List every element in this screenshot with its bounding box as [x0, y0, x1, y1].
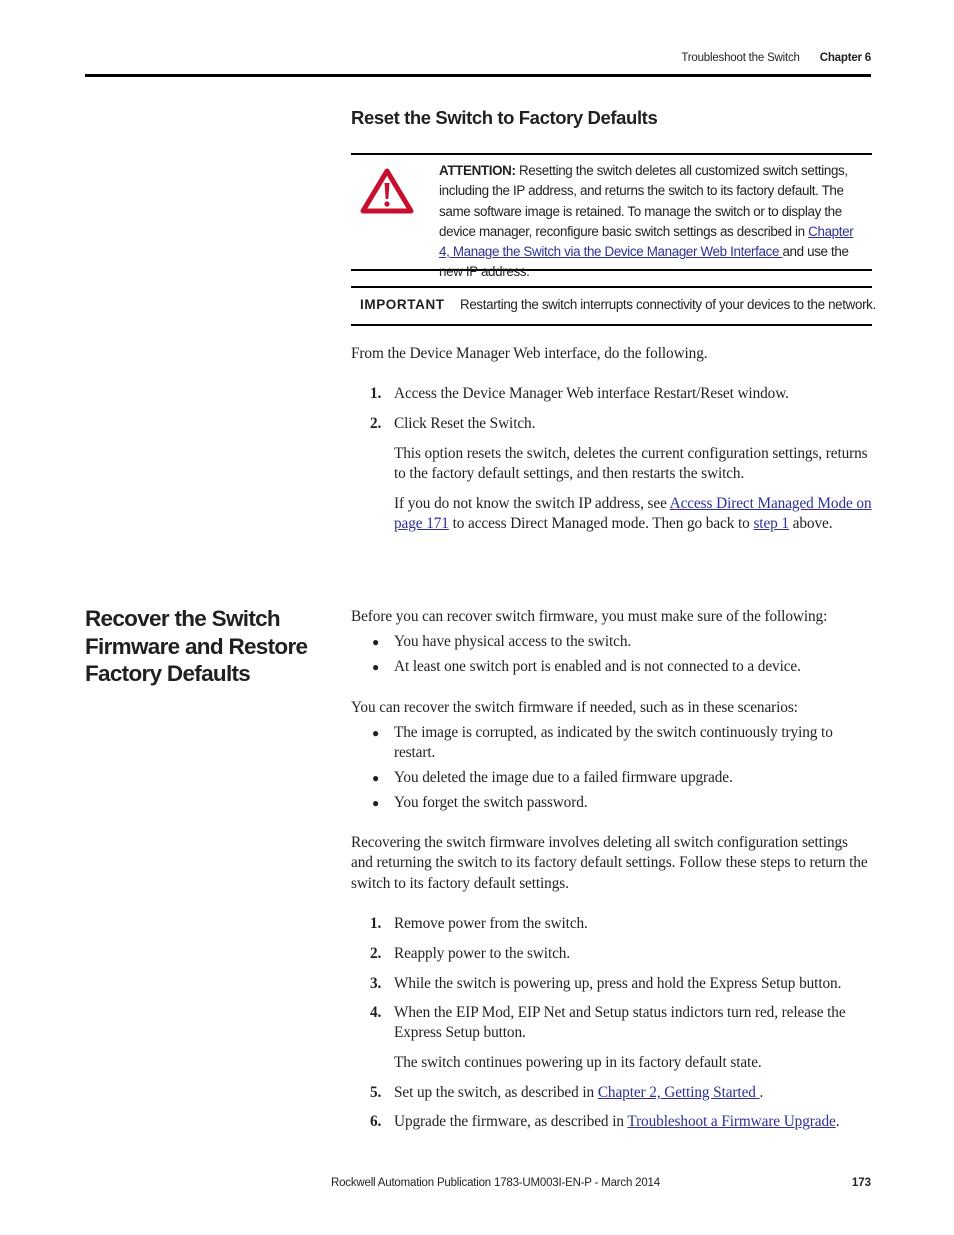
link-step-1[interactable]: step 1 [753, 515, 789, 532]
bullet-text: The image is corrupted, as indicated by … [394, 724, 833, 762]
important-label: IMPORTANT [360, 297, 445, 312]
publication-info: Rockwell Automation Publication 1783-UM0… [331, 1177, 660, 1189]
step-text: Access the Device Manager Web interface … [394, 385, 789, 402]
scenario-item: ● You deleted the image due to a failed … [372, 768, 872, 788]
prereq-item: ● You have physical access to the switch… [372, 632, 872, 652]
reset-intro: From the Device Manager Web interface, d… [351, 345, 708, 362]
important-callout: IMPORTANT Restarting the switch interrup… [351, 286, 876, 326]
bullet-icon: ● [372, 660, 380, 674]
step-number: 1. [370, 385, 382, 402]
recover-step-2: 2. Reapply power to the switch. [370, 944, 873, 964]
bullet-icon: ● [372, 796, 380, 810]
recover-intro-3: Recovering the switch firmware involves … [351, 834, 868, 892]
page-number: 173 [851, 1177, 871, 1189]
section-heading-reset: Reset the Switch to Factory Defaults [351, 107, 658, 128]
warning-triangle-icon [360, 168, 414, 214]
prereq-item: ● At least one switch port is enabled an… [372, 657, 872, 677]
recover-step-6: 6. Upgrade the firmware, as described in… [370, 1112, 873, 1132]
recover-step-4-note: The switch continues powering up in its … [394, 1054, 762, 1071]
reset-step-2-note: This option resets the switch, deletes t… [394, 445, 868, 483]
header-chapter: Chapter 6 [819, 52, 871, 64]
step-text: Click Reset the Switch. [394, 415, 536, 432]
link-chapter-2[interactable]: Chapter 2, Getting Started [598, 1084, 760, 1101]
important-text: Restarting the switch interrupts connect… [460, 297, 876, 312]
step-number: 2. [370, 945, 382, 962]
reset-step-2-ip-note: If you do not know the switch IP address… [394, 494, 872, 535]
step-text: Remove power from the switch. [394, 915, 588, 932]
bullet-icon: ● [372, 635, 380, 649]
bullet-text: You forget the switch password. [394, 794, 588, 811]
bullet-icon: ● [372, 726, 380, 740]
attention-callout: ATTENTION: Resetting the switch deletes … [351, 153, 872, 279]
step-text: Upgrade the firmware, as described in Tr… [394, 1112, 873, 1132]
section-heading-recover: Recover the Switch Firmware and Restore … [85, 606, 308, 686]
reset-step-1: 1. Access the Device Manager Web interfa… [370, 384, 873, 404]
step-text-part: Set up the switch, as described in [394, 1084, 598, 1101]
attention-label: ATTENTION: [439, 163, 516, 178]
bullet-icon: ● [372, 771, 380, 785]
recover-intro-2: You can recover the switch firmware if n… [351, 699, 798, 716]
recover-intro-1: Before you can recover switch firmware, … [351, 608, 828, 625]
step-text-part: . [835, 1113, 840, 1130]
step-number: 3. [370, 975, 382, 992]
reset-step-2: 2. Click Reset the Switch. [370, 414, 873, 434]
header-rule [85, 74, 871, 77]
step-text: When the EIP Mod, EIP Net and Setup stat… [394, 1004, 846, 1042]
step-number: 6. [370, 1113, 382, 1130]
header-section-title: Troubleshoot the Switch [681, 52, 800, 64]
step-text: While the switch is powering up, press a… [394, 975, 842, 992]
recover-step-1: 1. Remove power from the switch. [370, 914, 873, 934]
bullet-text: At least one switch port is enabled and … [394, 658, 801, 675]
step-number: 4. [370, 1004, 382, 1021]
step-text-part: Upgrade the firmware, as described in [394, 1113, 628, 1130]
step-number: 1. [370, 915, 382, 932]
recover-step-5: 5. Set up the switch, as described in Ch… [370, 1083, 873, 1103]
recover-step-4: 4. When the EIP Mod, EIP Net and Setup s… [370, 1003, 873, 1044]
scenario-item: ● The image is corrupted, as indicated b… [372, 723, 872, 764]
bullet-text: You have physical access to the switch. [394, 633, 632, 650]
bullet-text: You deleted the image due to a failed fi… [394, 769, 733, 786]
step-number: 2. [370, 415, 382, 432]
running-header: Troubleshoot the Switch Chapter 6 [681, 52, 871, 64]
ip-note-text: If you do not know the switch IP address… [394, 495, 670, 512]
ip-note-text: to access Direct Managed mode. Then go b… [448, 515, 754, 533]
step-text: Set up the switch, as described in Chapt… [394, 1083, 873, 1103]
link-troubleshoot-firmware-upgrade[interactable]: Troubleshoot a Firmware Upgrade [627, 1113, 835, 1130]
scenario-item: ● You forget the switch password. [372, 793, 872, 813]
recover-step-3: 3. While the switch is powering up, pres… [370, 974, 873, 994]
step-text: Reapply power to the switch. [394, 945, 571, 962]
step-text-part: . [759, 1084, 764, 1101]
ip-note-text: above. [788, 515, 833, 533]
attention-text: ATTENTION: Resetting the switch deletes … [439, 161, 859, 283]
step-number: 5. [370, 1084, 382, 1101]
